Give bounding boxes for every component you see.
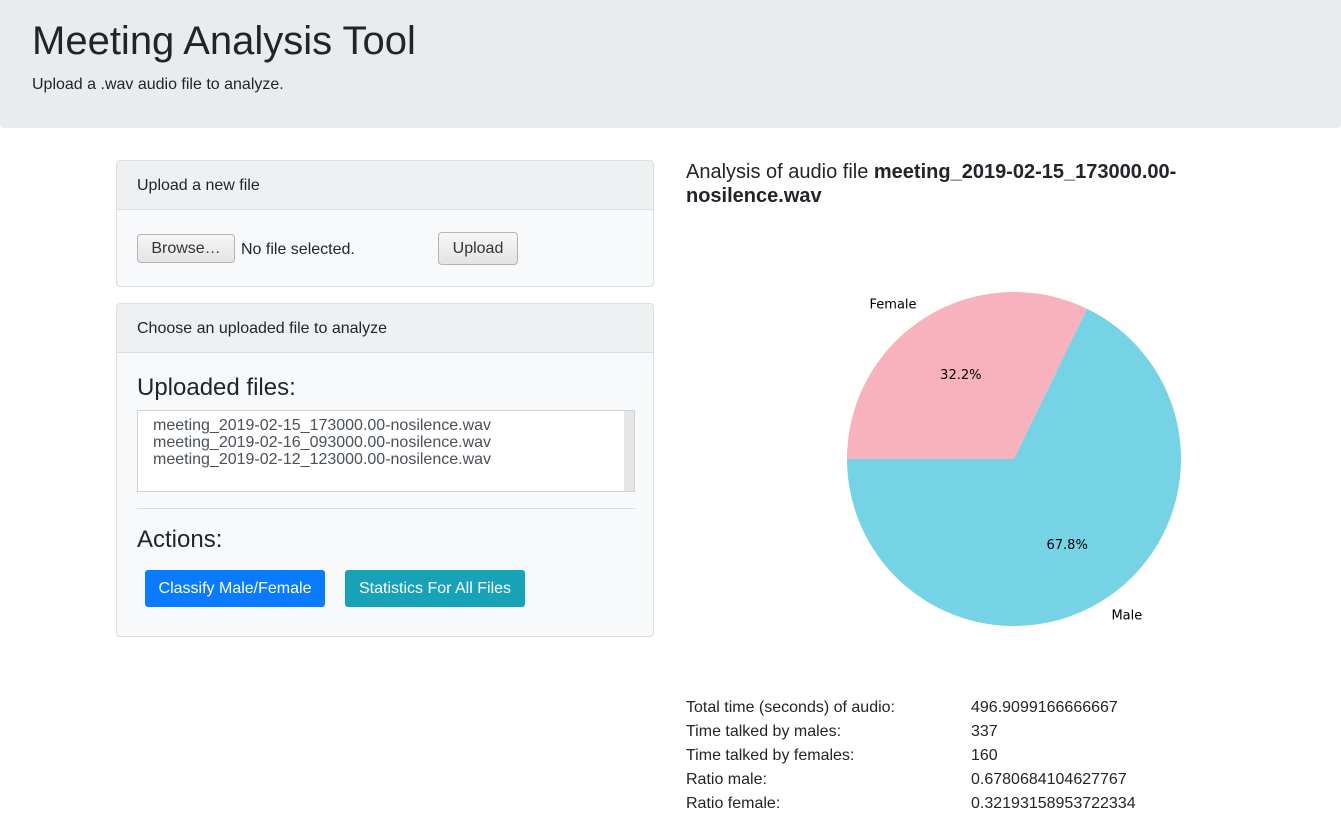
stat-value: 0.6780684104627767 xyxy=(971,771,1127,788)
file-option[interactable]: meeting_2019-02-12_123000.00-nosilence.w… xyxy=(153,451,491,468)
stat-value: 496.9099166666667 xyxy=(971,699,1118,716)
stat-value: 0.32193158953722334 xyxy=(971,795,1136,812)
stat-row: Ratio male: 0.6780684104627767 xyxy=(686,770,1246,794)
listbox-scrollbar[interactable] xyxy=(624,411,634,491)
page-header: Meeting Analysis Tool Upload a .wav audi… xyxy=(0,0,1341,128)
stat-label: Ratio male: xyxy=(686,771,767,788)
classify-button[interactable]: Classify Male/Female xyxy=(145,570,325,607)
file-option[interactable]: meeting_2019-02-16_093000.00-nosilence.w… xyxy=(153,434,491,451)
stat-row: Total time (seconds) of audio: 496.90991… xyxy=(686,698,1246,722)
statistics-button[interactable]: Statistics For All Files xyxy=(345,570,525,607)
stat-row: Ratio female: 0.32193158953722334 xyxy=(686,794,1246,818)
pie-value-label: 32.2% xyxy=(940,368,981,383)
upload-card: Upload a new file Browse… No file select… xyxy=(116,160,654,287)
stat-label: Time talked by males: xyxy=(686,723,842,740)
analysis-title-prefix: Analysis of audio file xyxy=(686,161,874,183)
pie-value-label: 67.8% xyxy=(1047,538,1088,553)
choose-file-card: Choose an uploaded file to analyze Uploa… xyxy=(116,303,654,637)
actions-heading: Actions: xyxy=(137,526,223,553)
stat-value: 337 xyxy=(971,723,998,740)
stat-value: 160 xyxy=(971,747,998,764)
pie-svg: 32.2% Female 67.8% Male xyxy=(847,292,1181,626)
uploaded-files-heading: Uploaded files: xyxy=(137,374,296,401)
stats-table: Total time (seconds) of audio: 496.90991… xyxy=(686,698,1246,818)
stat-label: Total time (seconds) of audio: xyxy=(686,699,895,716)
upload-button[interactable]: Upload xyxy=(438,232,518,265)
stat-row: Time talked by females: 160 xyxy=(686,746,1246,770)
page-subtitle: Upload a .wav audio file to analyze. xyxy=(32,76,284,93)
gender-pie-chart: 32.2% Female 67.8% Male xyxy=(780,270,1240,650)
stat-label: Ratio female: xyxy=(686,795,781,812)
file-status-text: No file selected. xyxy=(241,241,355,258)
stat-row: Time talked by males: 337 xyxy=(686,722,1246,746)
browse-button[interactable]: Browse… xyxy=(137,234,235,263)
choose-card-header: Choose an uploaded file to analyze xyxy=(117,304,653,353)
upload-card-header: Upload a new file xyxy=(117,161,653,210)
stat-label: Time talked by females: xyxy=(686,747,855,764)
divider xyxy=(137,508,635,509)
pie-category-label: Male xyxy=(1111,609,1142,624)
pie-category-label: Female xyxy=(870,297,917,312)
analysis-title: Analysis of audio file meeting_2019-02-1… xyxy=(686,160,1246,208)
uploaded-files-listbox[interactable]: meeting_2019-02-15_173000.00-nosilence.w… xyxy=(137,410,635,492)
file-option[interactable]: meeting_2019-02-15_173000.00-nosilence.w… xyxy=(153,417,491,434)
page-title: Meeting Analysis Tool xyxy=(32,19,416,63)
